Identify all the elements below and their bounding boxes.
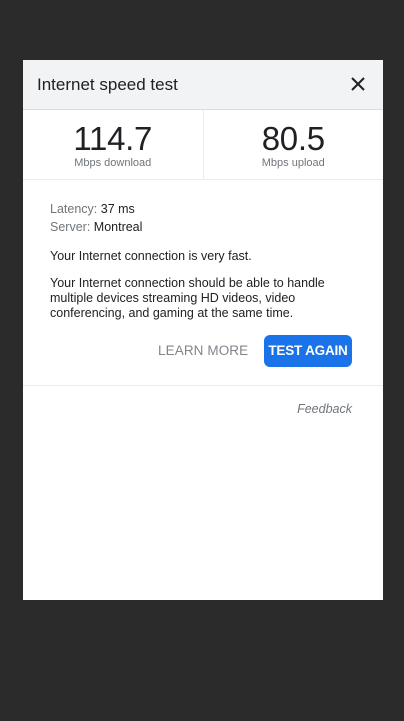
speed-summary: Your Internet connection is very fast.	[50, 249, 252, 263]
server-value: Montreal	[93, 220, 143, 234]
upload-value: 80.5	[261, 120, 325, 157]
feedback-link[interactable]: Feedback	[297, 402, 352, 416]
speed-metrics: 114.7 Mbps download 80.5 Mbps upload	[23, 110, 383, 180]
latency-row: Latency: 37 ms	[50, 200, 356, 218]
test-again-button[interactable]: TEST AGAIN	[264, 335, 352, 367]
download-metric: 114.7 Mbps download	[23, 110, 203, 179]
action-buttons: LEARN MORE TEST AGAIN	[23, 321, 383, 381]
download-unit: Mbps download	[74, 157, 152, 169]
dialog-title: Internet speed test	[37, 75, 178, 94]
server-label: Server:	[50, 220, 91, 234]
close-icon[interactable]	[347, 73, 369, 95]
download-value: 114.7	[73, 120, 153, 157]
test-details: Latency: 37 ms Server: Montreal Your Int…	[23, 180, 383, 321]
server-row: Server: Montreal	[50, 218, 356, 236]
upload-metric: 80.5 Mbps upload	[202, 110, 384, 179]
speed-test-dialog: Internet speed test 114.7 Mbps download …	[23, 60, 383, 600]
upload-unit: Mbps upload	[261, 157, 325, 169]
dialog-header: Internet speed test	[23, 60, 383, 110]
learn-more-button[interactable]: LEARN MORE	[158, 343, 248, 358]
speed-description: Your Internet connection should be able …	[50, 276, 325, 320]
divider	[23, 385, 383, 386]
latency-label: Latency:	[50, 202, 98, 216]
latency-value: 37 ms	[100, 202, 135, 216]
